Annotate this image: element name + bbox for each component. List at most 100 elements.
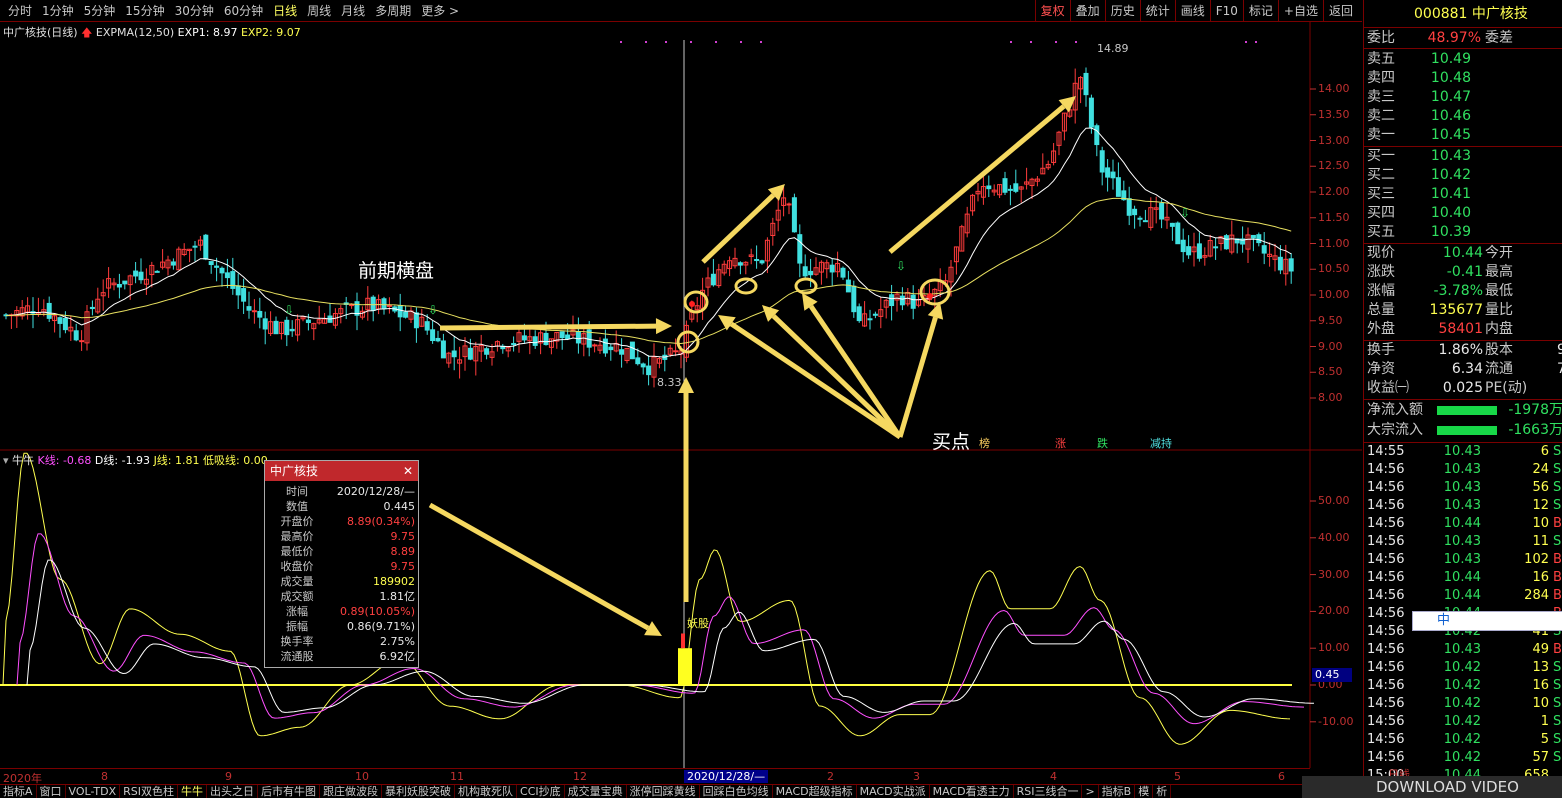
tick-row: 14:56 10.44 284 B — [1367, 587, 1562, 605]
toolbar-btn-6[interactable]: 标记 — [1242, 0, 1278, 22]
timeframe-5[interactable]: 60分钟 — [219, 0, 268, 22]
timeframe-3[interactable]: 15分钟 — [120, 0, 169, 22]
ime-mode[interactable]: 中 — [1437, 613, 1450, 628]
indicator-tab-20[interactable]: 模 — [1135, 785, 1154, 798]
buy-label: 买一 — [1367, 148, 1395, 164]
tick-row: 14:56 10.44 16 B — [1367, 569, 1562, 587]
timeframe-6[interactable]: 日线 — [268, 0, 302, 22]
sell-price: 10.46 — [1430, 108, 1471, 124]
indicator-tab-0[interactable]: 指标A — [0, 785, 37, 798]
timeframe-10[interactable]: 更多 > — [416, 0, 464, 22]
indicator-tab-21[interactable]: 析 — [1153, 785, 1172, 798]
date-label: 9 — [225, 770, 232, 783]
data-tooltip-window[interactable]: 中广核技 ✕ 时间 2020/12/28/— 数值 0.445 开盘价 8.89(0.34… — [264, 460, 419, 668]
candle-body — [241, 288, 247, 302]
indicator-tab-10[interactable]: CCI抄底 — [517, 785, 565, 798]
indicator-tab-1[interactable]: 窗口 — [37, 785, 66, 798]
high-price-label: 14.89 — [1097, 42, 1129, 55]
indicator-tab-13[interactable]: 回踩白色均线 — [700, 785, 773, 798]
timeframe-8[interactable]: 月线 — [336, 0, 370, 22]
candle-body — [1105, 167, 1111, 178]
date-label: 10 — [355, 770, 369, 783]
tick-row: 14:55 10.43 6 S — [1367, 443, 1562, 461]
date-label: 11 — [450, 770, 464, 783]
timeframe-7[interactable]: 周线 — [302, 0, 336, 22]
candle-body — [430, 329, 436, 342]
quote-label: 外盘 — [1367, 321, 1395, 337]
candle-body — [754, 258, 760, 262]
candle-body — [451, 350, 457, 358]
signal-dot — [760, 41, 762, 43]
tick-row: 14:56 10.42 5 S — [1367, 731, 1562, 749]
tick-time: 14:56 — [1367, 750, 1405, 765]
toolbar-btn-7[interactable]: +自选 — [1277, 0, 1323, 22]
indicator-tab-14[interactable]: MACD超级指标 — [773, 785, 857, 798]
timeframe-1[interactable]: 1分钟 — [37, 0, 79, 22]
timeframe-9[interactable]: 多周期 — [370, 0, 416, 22]
mark-die[interactable]: 跌 — [1097, 435, 1108, 451]
stat-label2: 股本 — [1485, 342, 1513, 358]
candle-body — [192, 245, 198, 248]
tick-qty: 12 — [1532, 498, 1549, 513]
indicator-tab-7[interactable]: 跟庄做波段 — [320, 785, 383, 798]
mark-zhang[interactable]: 涨 — [1055, 435, 1066, 451]
indicator-tab-9[interactable]: 机构敢死队 — [455, 785, 518, 798]
tooltip-row: 最高价 9.75 — [265, 529, 418, 544]
indicator-tab-5[interactable]: 出头之日 — [207, 785, 259, 798]
toolbar-btn-5[interactable]: F10 — [1209, 0, 1243, 22]
tick-row: 14:56 10.42 57 S — [1367, 749, 1562, 767]
indicator-tab-19[interactable]: 指标B — [1099, 785, 1136, 798]
y-tick-main: 13.50 — [1318, 107, 1350, 121]
stat-value2: 7 — [1557, 361, 1562, 377]
candle-body — [1013, 183, 1019, 192]
indicator-tab-3[interactable]: RSI双色柱 — [120, 785, 179, 798]
indicator-tab-2[interactable]: VOL-TDX — [66, 785, 121, 798]
flow-row: 大宗流入 -1663万 — [1367, 421, 1562, 440]
close-icon[interactable]: ✕ — [403, 461, 413, 481]
chart-title: 中广核技(日线) — [3, 26, 78, 39]
toolbar-btn-0[interactable]: 复权 — [1034, 0, 1070, 22]
indicator-tab-8[interactable]: 暴利妖股突破 — [382, 785, 456, 798]
quote-sidebar: 000881 中广核技 委比 48.97% 委差 卖五 10.49 卖四 10.48 卖三 10.… — [1363, 0, 1562, 798]
divider — [1364, 399, 1562, 400]
ime-toolbar[interactable]: 中 — [1412, 611, 1562, 631]
timeframe-0[interactable]: 分时 — [3, 0, 37, 22]
tooltip-value: 2.75% — [380, 635, 415, 648]
mark-bang[interactable]: 榜 — [979, 435, 990, 451]
candle-body — [710, 273, 716, 286]
date-label: 2020/12/28/— — [684, 770, 769, 783]
candle-body — [79, 340, 85, 343]
y-tick-main: 9.00 — [1318, 339, 1343, 353]
candles — [3, 67, 1294, 388]
low-price-label: 8.33 — [657, 376, 682, 389]
timeframe-4[interactable]: 30分钟 — [170, 0, 219, 22]
indicator-tab-15[interactable]: MACD实战派 — [857, 785, 930, 798]
toolbar-btn-3[interactable]: 统计 — [1139, 0, 1175, 22]
y-tick-main: 11.00 — [1318, 236, 1350, 250]
mark-jianchi[interactable]: 减持 — [1150, 435, 1172, 451]
toolbar-btn-2[interactable]: 历史 — [1104, 0, 1140, 22]
indicator-tab-11[interactable]: 成交量宝典 — [565, 785, 627, 798]
tick-side: S — [1553, 714, 1562, 729]
indicator-tab-16[interactable]: MACD看透主力 — [930, 785, 1014, 798]
toolbar-btn-1[interactable]: 叠加 — [1069, 0, 1105, 22]
candle-body — [1196, 243, 1202, 259]
indicator-tab-12[interactable]: 涨停回踩黄线 — [627, 785, 700, 798]
indicator-tab-6[interactable]: 后市有牛图 — [258, 785, 321, 798]
tick-qty: 1 — [1540, 714, 1549, 729]
signal-dot — [1010, 41, 1012, 43]
candle-body — [116, 283, 122, 288]
indicator-tab-17[interactable]: RSI三线合一 — [1014, 785, 1083, 798]
tick-side: B — [1553, 588, 1562, 603]
toolbar-btn-8[interactable]: 返回 — [1322, 0, 1358, 22]
tick-time: 14:56 — [1367, 480, 1405, 495]
tooltip-value: 2020/12/28/— — [336, 485, 415, 498]
candle-body — [203, 234, 209, 260]
indicator-tab-18[interactable]: > — [1082, 785, 1099, 798]
toolbar-btn-4[interactable]: 画线 — [1174, 0, 1210, 22]
timeframe-2[interactable]: 5分钟 — [79, 0, 121, 22]
main-chart[interactable]: ⇩ ⇩ ⇩ ⇩ — [0, 22, 1362, 768]
collapse-icon[interactable]: ▾ — [3, 454, 9, 467]
quote-value: -3.78% — [1433, 283, 1483, 299]
indicator-tab-4[interactable]: 牛牛 — [178, 785, 208, 798]
